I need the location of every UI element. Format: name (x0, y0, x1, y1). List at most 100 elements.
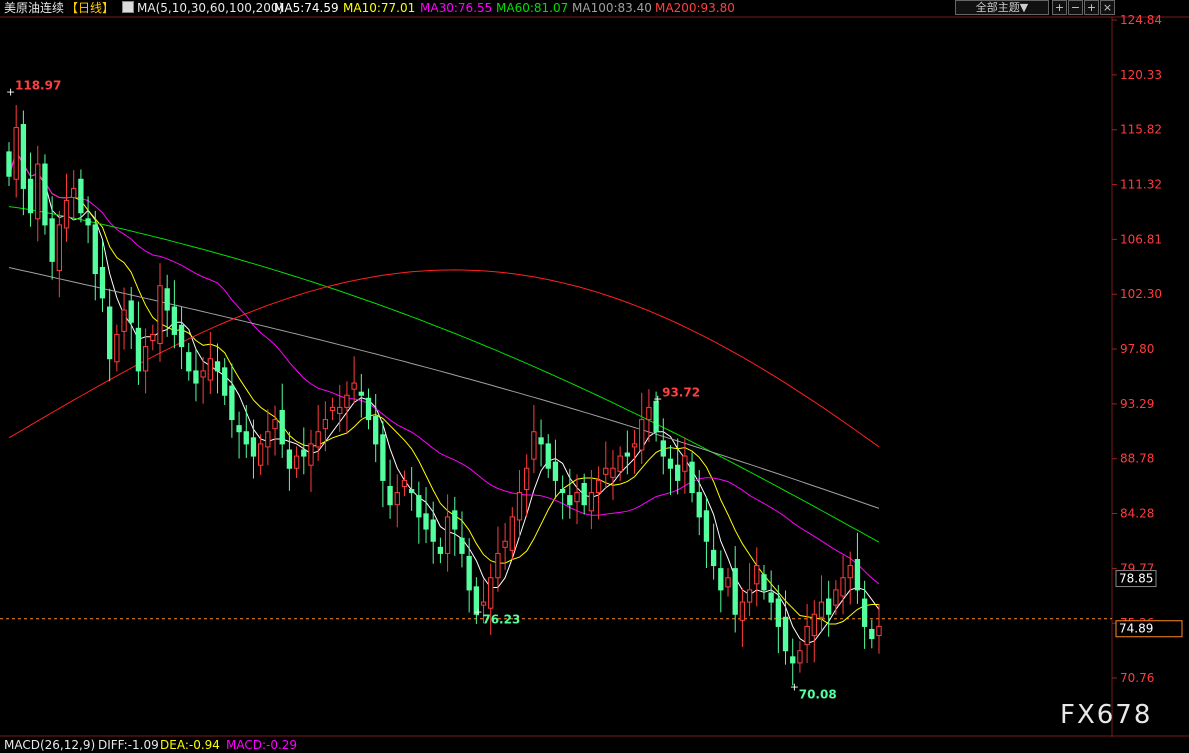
candle-body (725, 577, 731, 588)
annotation-marker: + (6, 85, 15, 98)
candle-body (315, 431, 321, 448)
candle-body (257, 443, 264, 466)
candle-body (653, 400, 659, 433)
candle-body (876, 625, 882, 637)
candle-body (869, 628, 875, 640)
candle-body (538, 437, 544, 445)
close-button[interactable]: × (1100, 0, 1115, 15)
candle-body (811, 613, 817, 637)
candle-body (63, 200, 70, 229)
candle-body (617, 455, 623, 472)
candle-body (135, 327, 142, 372)
y-tick-label: 102.30 (1120, 287, 1162, 301)
candle-body (13, 127, 19, 180)
candle-body (236, 425, 242, 433)
candle-body (488, 577, 494, 609)
candle-body (308, 443, 314, 466)
ma60-value: MA60:81.07 (496, 1, 569, 15)
reset-button[interactable]: + (1084, 0, 1099, 15)
watermark-logo: FX678 (1060, 700, 1153, 730)
candle-body (574, 492, 580, 503)
theme-dropdown[interactable]: 全部主题▼ (955, 0, 1049, 15)
candle-body (250, 437, 257, 457)
ma30-value: MA30:76.55 (420, 1, 493, 15)
y-tick-label: 106.81 (1120, 232, 1162, 246)
candle-body (675, 464, 681, 481)
candle-body (49, 218, 55, 262)
chart-background (0, 17, 1189, 737)
macd-dea: DEA:-0.94 (160, 738, 220, 752)
y-tick-label: 70.76 (1120, 671, 1154, 685)
candle-body (624, 452, 631, 457)
candle-body (768, 592, 774, 603)
candle-body (833, 589, 839, 606)
candle-body (502, 540, 508, 548)
candle-body (588, 492, 595, 512)
candle-body (545, 443, 551, 469)
y-tick-label: 84.28 (1120, 507, 1154, 521)
candle-body (394, 492, 400, 506)
candle-body (466, 555, 472, 591)
candle-body (322, 419, 329, 430)
period-label[interactable]: 【日线】 (66, 0, 114, 16)
macd-value: MACD:-0.29 (226, 738, 298, 752)
symbol-label[interactable]: 美原油连续 (4, 0, 64, 16)
candle-body (682, 455, 688, 472)
zoom-out-button[interactable]: − (1068, 0, 1083, 15)
y-tick-label: 88.78 (1120, 452, 1154, 466)
candle-body (171, 306, 178, 335)
chart-settings-icon[interactable] (122, 1, 134, 13)
candle-body (286, 449, 293, 469)
candle-body (847, 565, 853, 579)
candle-body (85, 218, 91, 226)
candle-body (365, 397, 372, 421)
zoom-in-button[interactable]: + (1052, 0, 1067, 15)
candle-body (380, 434, 386, 481)
current-price-label: 74.89 (1119, 622, 1153, 636)
candle-body (732, 568, 738, 615)
candle-body (430, 519, 436, 542)
candle-body (164, 288, 170, 311)
annotation-label: 76.23 (482, 612, 520, 626)
candle-body (437, 546, 444, 554)
candle-body (444, 516, 451, 554)
annotation-marker: + (653, 393, 662, 406)
candle-body (710, 549, 717, 567)
y-tick-label: 111.32 (1120, 178, 1162, 192)
candle-body (423, 513, 429, 530)
candle-body (639, 419, 645, 451)
candle-body (193, 370, 199, 384)
candle-body (351, 382, 357, 390)
candle-body (373, 416, 379, 445)
candle-body (696, 492, 702, 518)
ma100-value: MA100:83.40 (572, 1, 652, 15)
price-chart[interactable]: +118.97+ 93.72+76.23+70.08 124.84120.3311… (0, 0, 1189, 737)
candle-body (416, 495, 422, 518)
candle-body (387, 485, 393, 506)
candle-body (524, 467, 530, 491)
candle-body (459, 537, 465, 554)
candle-body (509, 516, 515, 551)
candle-body (401, 479, 408, 487)
candle-body (99, 266, 106, 299)
candle-body (279, 409, 285, 445)
annotation-label: 118.97 (15, 78, 61, 92)
candle-body (27, 178, 34, 214)
candle-body (6, 151, 12, 177)
candle-body (329, 406, 336, 411)
candle-body (229, 385, 235, 421)
candle-body (107, 306, 113, 360)
candle-body (818, 601, 825, 618)
candle-body (214, 361, 221, 372)
macd-header: MACD(26,12,9) DIFF:-1.09 DEA:-0.94 MACD:… (0, 737, 1189, 753)
candle-body (408, 489, 415, 494)
candle-body (142, 346, 149, 372)
candle-body (272, 419, 278, 430)
macd-diff: DIFF:-1.09 (98, 738, 159, 752)
candle-body (559, 489, 566, 494)
candle-body (301, 449, 307, 457)
candle-body (35, 163, 41, 220)
candle-body (186, 352, 192, 372)
chart-grid (0, 16, 1189, 737)
candle-body (92, 224, 98, 275)
